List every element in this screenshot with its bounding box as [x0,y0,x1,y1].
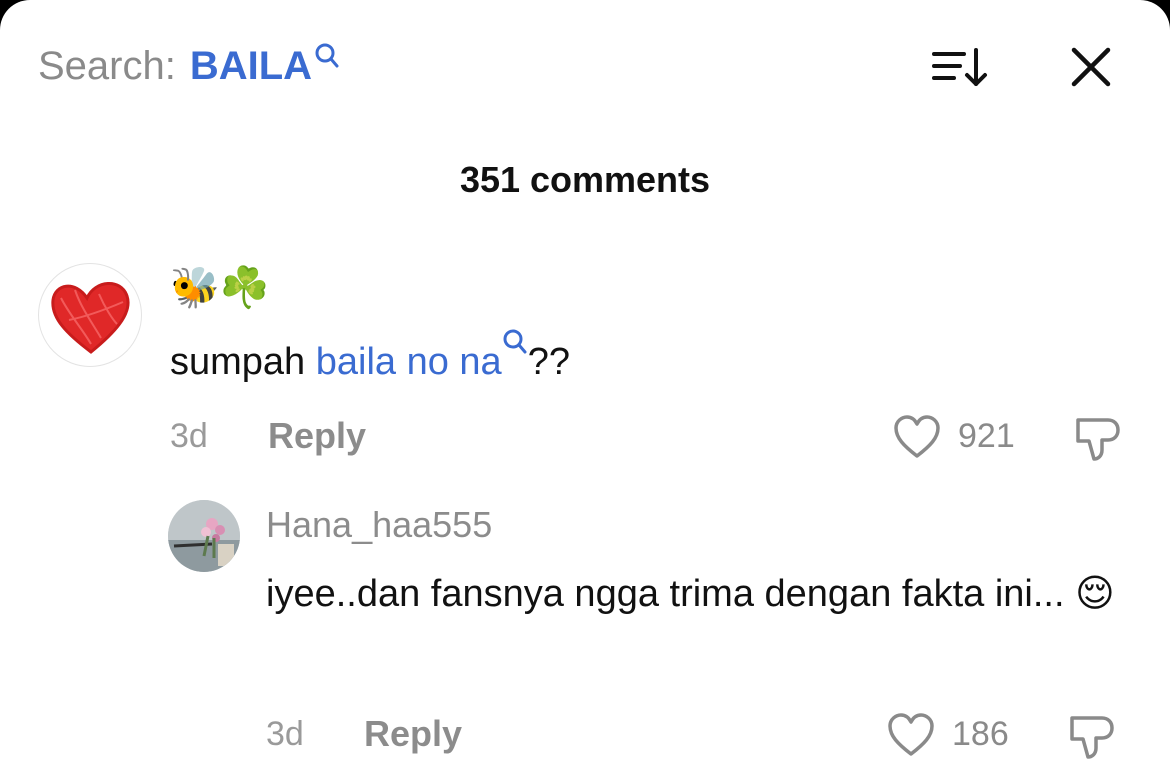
flowers-photo [168,500,240,572]
sort-descending-icon[interactable] [930,44,990,90]
comments-sheet: Search: BAILA 351 comments 🐝☘️ sumpah ba… [0,0,1170,782]
avatar[interactable] [38,263,142,367]
search-term-link[interactable]: BAILA [190,38,312,94]
search-header: Search: BAILA [38,38,340,94]
heart-icon[interactable] [892,414,942,460]
dislike-icon[interactable] [1072,412,1122,462]
reply-time: 3d [266,715,304,753]
close-icon[interactable] [1068,44,1114,90]
comment-text-plain: sumpah [170,341,316,383]
reply-username[interactable]: Hana_haa555 [266,503,492,547]
reply-text: iyee..dan fansnya ngga trima dengan fakt… [266,573,1115,615]
like-count: 186 [952,715,1009,753]
search-icon[interactable] [502,328,528,356]
comment-text: sumpah baila no na ?? [170,328,570,390]
search-icon[interactable] [314,42,340,70]
comment-count: 351 comments [459,159,711,200]
dislike-icon[interactable] [1066,710,1116,760]
search-label: Search: [38,44,176,88]
comment-username[interactable]: 🐝☘️ [170,264,270,312]
heart-icon[interactable] [886,712,936,758]
comment-time: 3d [170,417,208,455]
search-term-link[interactable]: baila no na [316,341,502,383]
red-heart-drawing [51,282,130,354]
comment-text-suffix: ?? [527,341,570,383]
avatar[interactable] [168,500,240,572]
like-count: 921 [958,417,1015,455]
reply-button[interactable]: Reply [268,414,366,458]
reply-button[interactable]: Reply [364,712,462,756]
